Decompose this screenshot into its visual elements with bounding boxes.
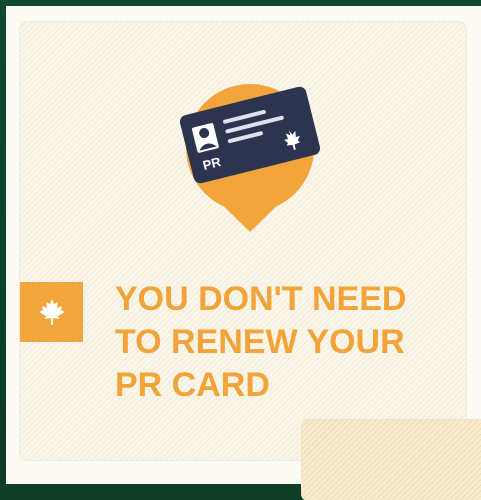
next-card-preview[interactable] — [302, 420, 481, 500]
maple-leaf-icon — [38, 299, 65, 325]
headline-line-2: TO RENEW YOUR — [115, 323, 405, 361]
maple-leaf-tab — [20, 282, 83, 342]
headline-line-1: YOU DON'T NEED — [115, 280, 407, 318]
info-card[interactable]: PR YOU DON'T NEED TO RENEW YOUR PR CARD — [20, 22, 466, 460]
pr-card-illustration: PR — [179, 84, 321, 232]
headline-line-3: PR CARD — [115, 366, 270, 404]
card-headline: YOU DON'T NEED TO RENEW YOUR PR CARD — [115, 278, 455, 407]
